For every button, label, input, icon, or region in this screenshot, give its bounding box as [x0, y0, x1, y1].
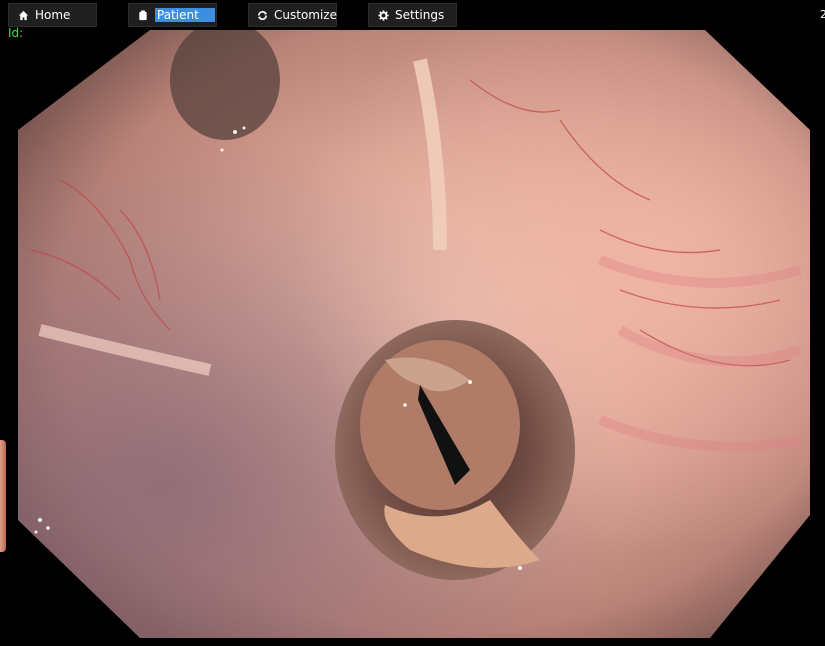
endoscope-view: [18, 30, 810, 638]
customize-tab[interactable]: Customize: [248, 3, 337, 27]
settings-tab[interactable]: Settings: [368, 3, 457, 27]
gear-icon: [377, 9, 389, 21]
patient-tab-label: Patient: [155, 8, 215, 22]
edge-artifact: [0, 440, 6, 552]
top-toolbar: Home Patient Customize Settings 2: [0, 0, 825, 29]
home-tab-label: Home: [35, 8, 71, 22]
corner-indicator: 2: [820, 8, 825, 21]
settings-tab-label: Settings: [395, 8, 445, 22]
home-tab[interactable]: Home: [8, 3, 97, 27]
refresh-icon: [257, 9, 268, 21]
home-icon: [17, 9, 29, 21]
patient-id-label: Id:: [8, 26, 24, 40]
patient-tab[interactable]: Patient: [128, 3, 217, 27]
customize-tab-label: Customize: [274, 8, 337, 22]
clipboard-icon: [137, 9, 149, 21]
